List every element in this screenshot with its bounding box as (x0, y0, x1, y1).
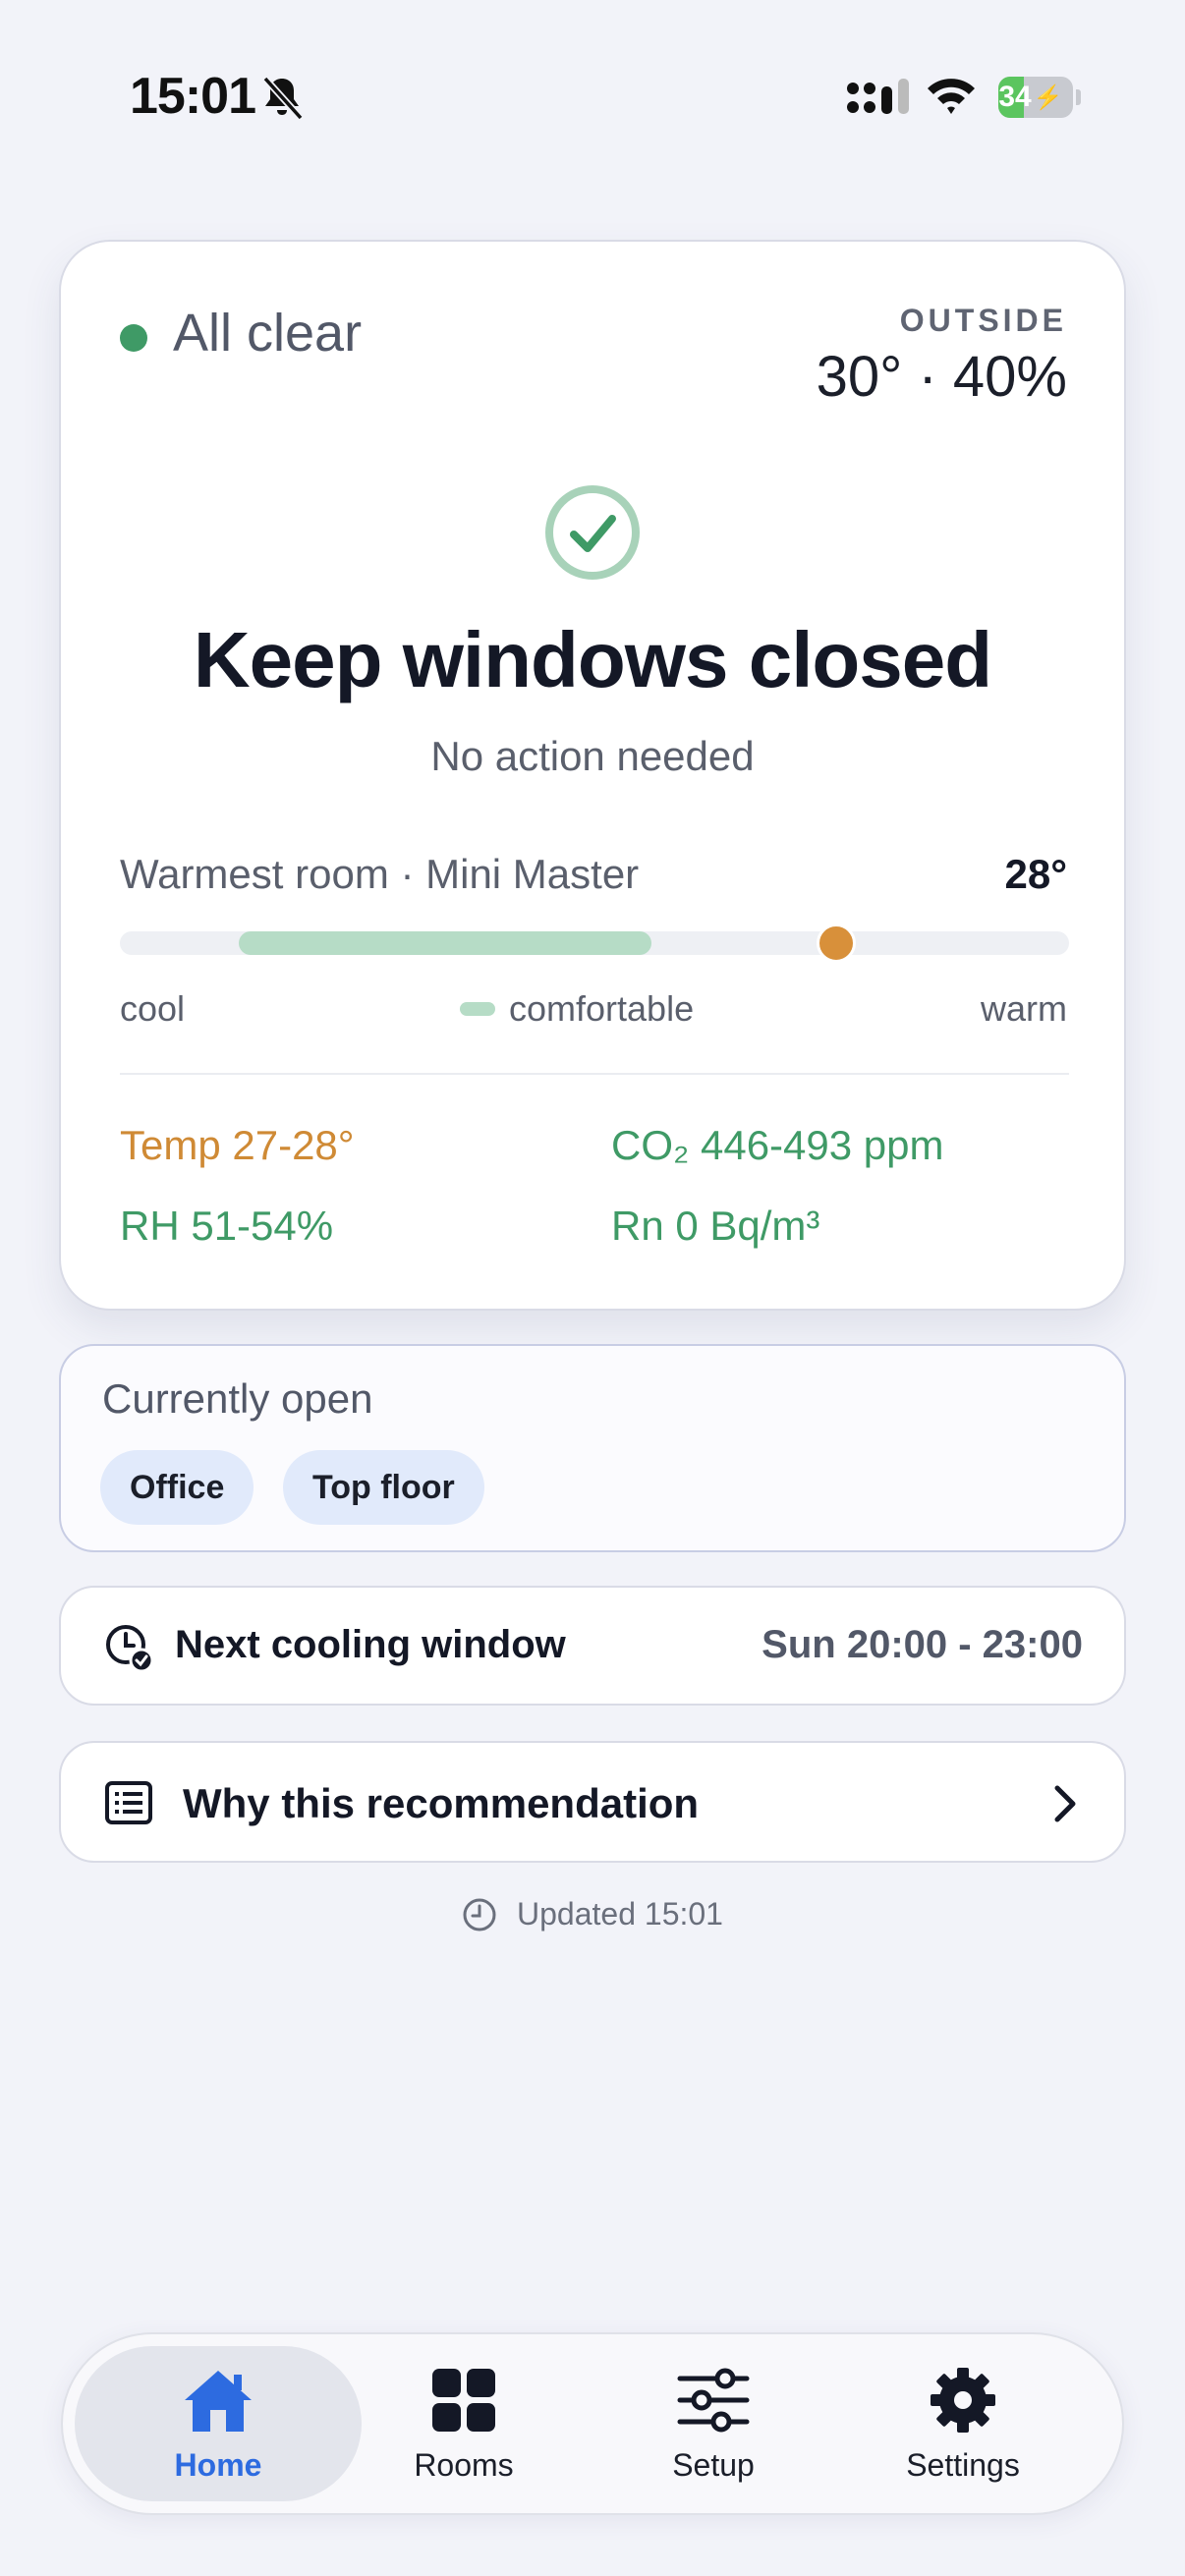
metric-humidity: RH 51-54% (120, 1203, 334, 1249)
battery-tip (1076, 89, 1081, 105)
tab-settings-label: Settings (906, 2446, 1020, 2483)
scale-comfortable-text: comfortable (509, 988, 695, 1029)
tab-settings[interactable]: Settings (819, 2346, 1106, 2501)
battery-percent: 34 ⚡ (998, 77, 1063, 118)
outside-value: 30° · 40% (816, 345, 1067, 409)
comfort-swatch (460, 1002, 495, 1016)
updated-text: Updated 15:01 (517, 1896, 723, 1932)
grid-icon (432, 2368, 495, 2432)
metric-radon: Rn 0 Bq/m³ (611, 1203, 820, 1249)
tab-home[interactable]: Home (75, 2346, 362, 2501)
scale-cool-label: cool (120, 988, 186, 1029)
currently-open-card: Currently open Office Top floor (59, 1344, 1126, 1552)
scale-warm-label: warm (981, 988, 1067, 1029)
divider (120, 1073, 1069, 1075)
status-dot (120, 324, 147, 352)
status-bar: 15:01 34 ⚡ (0, 0, 1185, 187)
status-label: All clear (173, 304, 363, 363)
open-room-chip-top-floor[interactable]: Top floor (283, 1450, 484, 1525)
scale-comfortable-label: comfortable (460, 988, 694, 1030)
tab-rooms[interactable]: Rooms (320, 2346, 607, 2501)
tab-rooms-label: Rooms (414, 2446, 514, 2483)
metric-co2: CO₂ 446-493 ppm (611, 1122, 944, 1168)
updated-timestamp: Updated 15:01 (0, 1896, 1185, 1932)
comfort-range (238, 931, 651, 955)
charging-bolt-icon: ⚡ (1033, 84, 1063, 111)
recommendation-headline: Keep windows closed (193, 616, 992, 703)
summary-card: All clear OUTSIDE 30° · 40% Keep windows… (59, 240, 1126, 1311)
home-icon (185, 2370, 252, 2432)
temperature-marker (817, 924, 857, 963)
clock-icon (463, 1898, 496, 1931)
next-cooling-window-card[interactable]: Next cooling window Sun 20:00 - 23:00 (59, 1586, 1126, 1706)
tab-home-label: Home (174, 2446, 262, 2483)
chevron-right-icon (1054, 1785, 1076, 1822)
currently-open-title: Currently open (102, 1375, 373, 1422)
why-recommendation-button[interactable]: Why this recommendation (59, 1741, 1126, 1863)
battery-percent-text: 34 (998, 81, 1032, 113)
next-cooling-window-label: Next cooling window (175, 1623, 566, 1666)
wifi-icon (928, 79, 975, 114)
battery-indicator: 34 ⚡ (998, 77, 1081, 118)
bell-slash-icon (262, 76, 304, 121)
sliders-icon (677, 2368, 750, 2432)
metric-temperature: Temp 27-28° (120, 1122, 355, 1168)
gear-icon (931, 2367, 995, 2433)
recommendation-subline: No action needed (430, 733, 755, 779)
warmest-room-label: Warmest room · Mini Master (120, 851, 640, 897)
clock-check-icon (106, 1625, 153, 1672)
next-cooling-window-value: Sun 20:00 - 23:00 (762, 1623, 1083, 1666)
tab-setup-label: Setup (672, 2446, 755, 2483)
tab-bar: Home Rooms Setup Settings (61, 2332, 1124, 2515)
outside-label: OUTSIDE (899, 303, 1067, 338)
open-room-chip-office[interactable]: Office (100, 1450, 254, 1525)
tab-setup[interactable]: Setup (570, 2346, 857, 2501)
check-circle-icon (545, 485, 640, 580)
why-recommendation-label: Why this recommendation (183, 1780, 700, 1826)
status-time: 15:01 (130, 68, 256, 125)
cellular-signal-icon (847, 79, 909, 114)
temperature-scale (120, 924, 1069, 963)
list-document-icon (105, 1781, 152, 1824)
warmest-room-value: 28° (1004, 851, 1067, 897)
